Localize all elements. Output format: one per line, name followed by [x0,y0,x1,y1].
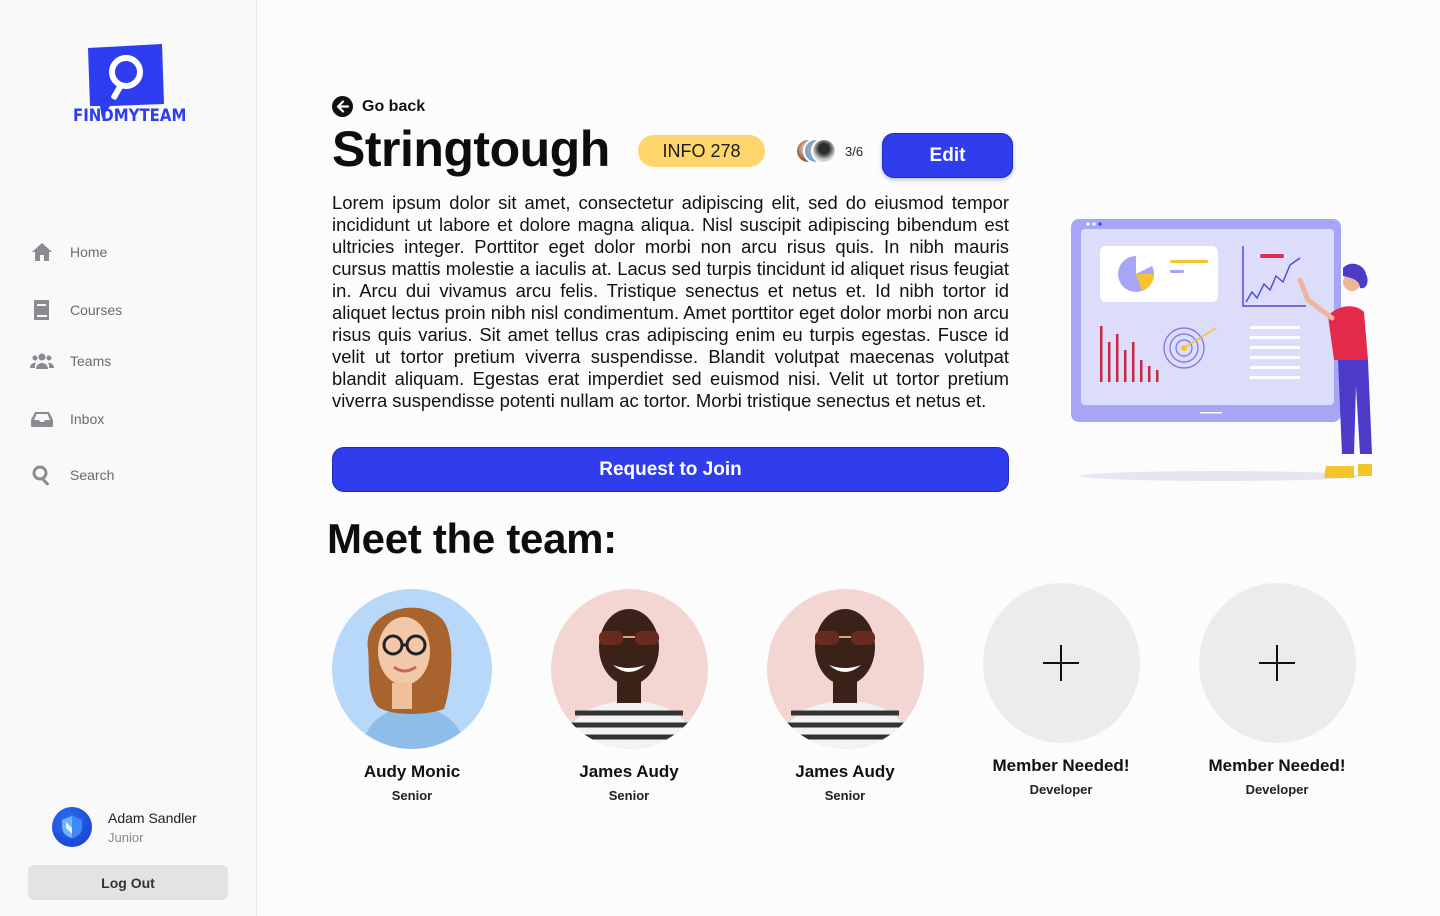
member-name: James Audy [579,762,679,781]
home-icon [32,243,52,261]
add-member-button[interactable] [982,583,1140,743]
inbox-icon [31,412,53,427]
book-icon [34,300,49,320]
sidebar-item-inbox[interactable]: Inbox [30,407,104,431]
sidebar-item-search[interactable]: Search [30,463,114,487]
slot-title: Member Needed! [992,756,1130,775]
arrow-left-icon [332,96,353,117]
avatar [550,589,708,749]
sidebar-item-home[interactable]: Home [30,240,107,264]
go-back-label: Go back [362,97,426,115]
sidebar-item-courses[interactable]: Courses [30,298,122,322]
member-name: Audy Monic [363,762,461,781]
logout-button[interactable]: Log Out [28,865,228,900]
plus-icon [1043,645,1079,681]
users-icon [30,353,54,369]
go-back-link[interactable]: Go back [332,96,425,117]
sidebar-item-label: Teams [70,353,112,369]
open-slot-card[interactable]: Member Needed! Developer [1177,583,1377,797]
search-icon [32,465,49,486]
sidebar-item-label: Courses [70,302,123,318]
slot-title: Member Needed! [1208,756,1346,775]
user-role: Junior [108,829,144,845]
user-name: Adam Sandler [108,809,197,826]
sidebar-item-label: Inbox [70,411,105,427]
avatar [52,807,92,847]
member-role: Senior [824,788,866,803]
slot-role: Developer [1245,782,1309,797]
page-title: Stringtough [332,121,610,177]
team-description: Lorem ipsum dolor sit amet, consectetur … [332,192,1009,411]
course-badge: INFO 278 [638,135,765,167]
open-slot-card[interactable]: Member Needed! Developer [961,583,1161,797]
sidebar-item-label: Search [70,467,115,483]
member-name: James Audy [795,762,895,781]
brand-name: FINDMYTEAM [73,106,187,126]
avatar [811,138,837,164]
member-avatar-stack [795,138,837,164]
member-count: 3/6 [845,144,864,159]
team-member-card[interactable]: James Audy Senior [529,589,729,803]
meet-the-team-heading: Meet the team: [327,515,617,562]
slot-role: Developer [1029,782,1093,797]
shield-icon [62,816,82,838]
plus-icon [1259,645,1295,681]
avatar [332,589,492,749]
sidebar-item-label: Home [70,244,108,260]
team-member-card[interactable]: James Audy Senior [745,589,945,803]
sidebar-item-teams[interactable]: Teams [30,349,111,373]
edit-button[interactable]: Edit [882,133,1013,178]
member-role: Senior [391,788,433,803]
member-role: Senior [608,788,650,803]
request-to-join-button[interactable]: Request to Join [332,447,1009,492]
user-profile[interactable]: Adam Sandler Junior [52,807,197,847]
team-member-card[interactable]: Audy Monic Senior [312,589,512,803]
sidebar: FINDMYTEAM Home Courses Teams Inbox Sear… [0,0,257,916]
add-member-button[interactable] [1198,583,1356,743]
avatar [766,589,924,749]
dashboard-illustration [1071,219,1372,481]
